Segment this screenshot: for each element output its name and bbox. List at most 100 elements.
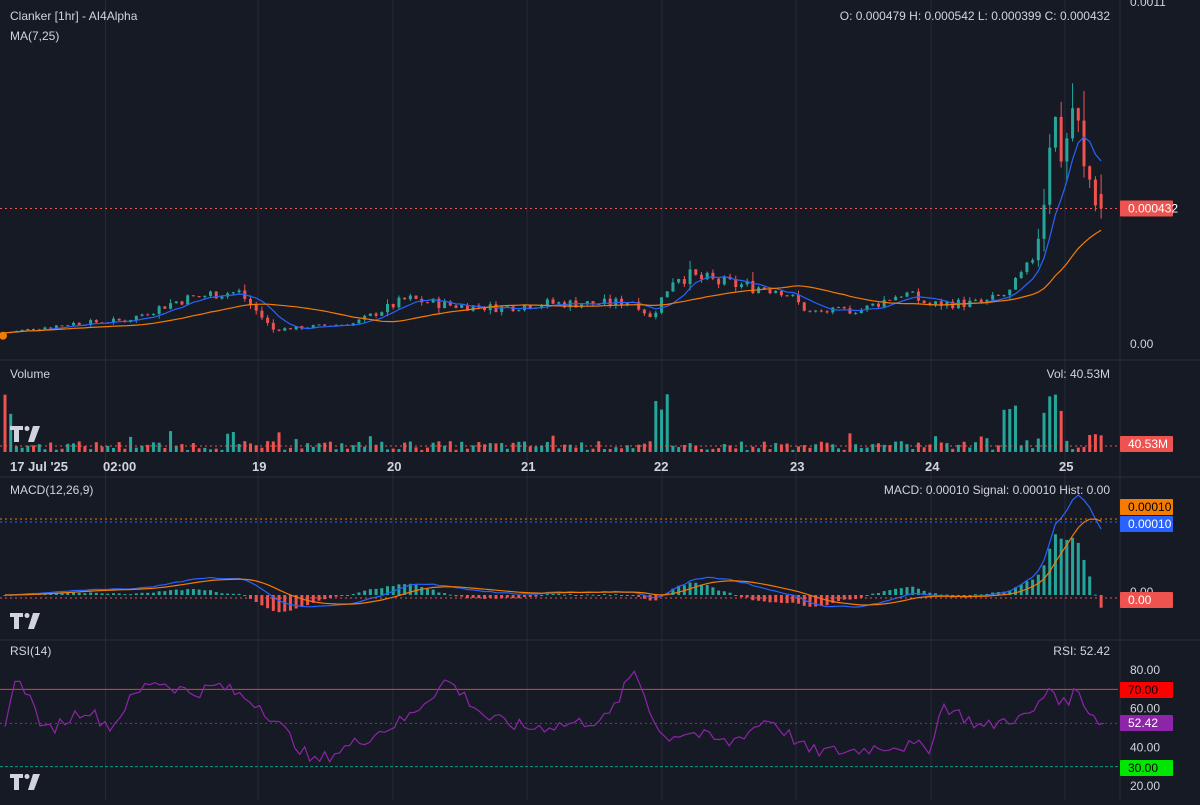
volume-bar bbox=[266, 441, 270, 452]
volume-bar bbox=[317, 443, 321, 452]
volume-bar bbox=[77, 441, 81, 452]
macd-histogram-bar bbox=[123, 594, 127, 596]
macd-histogram-bar bbox=[728, 592, 732, 595]
volume-bar bbox=[100, 446, 104, 452]
histogram-value-badge: 0.00 bbox=[1128, 593, 1152, 607]
volume-bar bbox=[734, 448, 738, 452]
trading-chart[interactable]: 80.00 60.00 40.00 20.00 Clanker [1hr] - AI4… bbox=[0, 0, 1200, 800]
candle-body bbox=[237, 290, 241, 293]
volume-bar bbox=[791, 449, 795, 452]
candle-body bbox=[608, 298, 612, 306]
volume-bar bbox=[939, 442, 943, 452]
volume-bar bbox=[437, 441, 441, 452]
volume-bar bbox=[443, 445, 447, 452]
candle-body bbox=[146, 314, 150, 316]
date-axis-label: 24 bbox=[925, 459, 940, 474]
macd-value-badge: 0.00010 bbox=[1128, 517, 1172, 531]
macd-histogram-bar bbox=[711, 587, 715, 595]
volume-bar bbox=[819, 441, 823, 452]
volume-bar bbox=[26, 445, 30, 452]
macd-histogram-bar bbox=[580, 595, 584, 596]
volume-bar bbox=[448, 441, 452, 452]
macd-histogram-bar bbox=[722, 591, 726, 595]
volume-badge: 40.53M bbox=[1128, 437, 1168, 451]
volume-bar bbox=[346, 448, 350, 452]
candle-body bbox=[248, 298, 252, 305]
macd-histogram-bar bbox=[77, 592, 81, 595]
volume-bar bbox=[1076, 447, 1080, 452]
candle-body bbox=[317, 324, 321, 326]
volume-bar bbox=[363, 446, 367, 452]
volume-bar bbox=[260, 447, 264, 452]
tradingview-logo-icon[interactable] bbox=[10, 424, 44, 442]
macd-histogram-bar bbox=[745, 595, 749, 598]
volume-bar bbox=[32, 445, 36, 452]
volume-bar bbox=[300, 448, 304, 452]
volume-bar bbox=[934, 436, 938, 452]
volume-bar bbox=[243, 441, 247, 452]
volume-bar bbox=[711, 448, 715, 452]
candle-body bbox=[1059, 116, 1063, 162]
volume-bar bbox=[460, 441, 464, 452]
macd-histogram-bar bbox=[151, 592, 155, 595]
candle-body bbox=[283, 328, 287, 331]
volume-bar bbox=[226, 433, 230, 452]
volume-bar bbox=[431, 442, 435, 452]
volume-bar bbox=[859, 448, 863, 452]
candle-body bbox=[808, 310, 812, 312]
volume-bar bbox=[248, 443, 252, 452]
macd-histogram-bar bbox=[94, 592, 98, 595]
volume-bar bbox=[231, 432, 235, 452]
volume-bar bbox=[414, 447, 418, 452]
chart-canvas[interactable]: 80.00 60.00 40.00 20.00 Clanker [1hr] - AI4… bbox=[0, 0, 1200, 800]
macd-histogram-bar bbox=[637, 595, 641, 597]
macd-histogram-bar bbox=[300, 595, 304, 607]
volume-bar bbox=[271, 441, 275, 452]
candle-body bbox=[797, 294, 801, 303]
candle-body bbox=[443, 301, 447, 309]
volume-bar bbox=[94, 442, 98, 452]
macd-histogram-bar bbox=[534, 595, 538, 597]
tradingview-logo-icon[interactable] bbox=[10, 772, 44, 790]
volume-bar bbox=[911, 449, 915, 452]
volume-bar bbox=[837, 448, 841, 452]
last-price-badge: 0.000432 bbox=[1128, 201, 1178, 215]
volume-bar bbox=[922, 447, 926, 452]
candle-body bbox=[1071, 108, 1075, 139]
macd-histogram-bar bbox=[614, 594, 618, 596]
macd-histogram-bar bbox=[157, 591, 161, 595]
volume-bar bbox=[60, 448, 64, 452]
volume-bar bbox=[386, 449, 390, 452]
candle-body bbox=[174, 301, 178, 304]
volume-bar bbox=[488, 443, 492, 452]
macd-histogram-bar bbox=[169, 590, 173, 595]
tradingview-logo-icon[interactable] bbox=[10, 611, 44, 629]
volume-bar bbox=[620, 448, 624, 452]
candle-body bbox=[722, 276, 726, 285]
volume-bar bbox=[89, 449, 93, 452]
volume-bar bbox=[557, 448, 561, 452]
candle-body bbox=[1025, 262, 1029, 273]
rsi-readout: RSI: 52.42 bbox=[1053, 644, 1110, 658]
macd-histogram-bar bbox=[129, 594, 133, 596]
macd-histogram-bar bbox=[260, 595, 264, 606]
macd-histogram-bar bbox=[1088, 576, 1092, 595]
macd-histogram-bar bbox=[460, 595, 464, 597]
candle-body bbox=[1088, 166, 1092, 180]
volume-bar bbox=[585, 449, 589, 452]
candle-body bbox=[991, 294, 995, 300]
macd-histogram-bar bbox=[437, 592, 441, 595]
volume-bar bbox=[854, 444, 858, 452]
volume-bar bbox=[968, 447, 972, 452]
volume-bar bbox=[477, 442, 481, 452]
volume-bar bbox=[739, 441, 743, 452]
candle-body bbox=[254, 304, 258, 311]
macd-histogram-bar bbox=[551, 593, 555, 595]
candle-body bbox=[460, 304, 464, 308]
volume-bar bbox=[814, 444, 818, 452]
volume-bar bbox=[180, 444, 184, 452]
candle-body bbox=[814, 310, 818, 312]
candle-body bbox=[905, 292, 909, 297]
volume-bar bbox=[151, 442, 155, 452]
macd-histogram-bar bbox=[226, 593, 230, 595]
